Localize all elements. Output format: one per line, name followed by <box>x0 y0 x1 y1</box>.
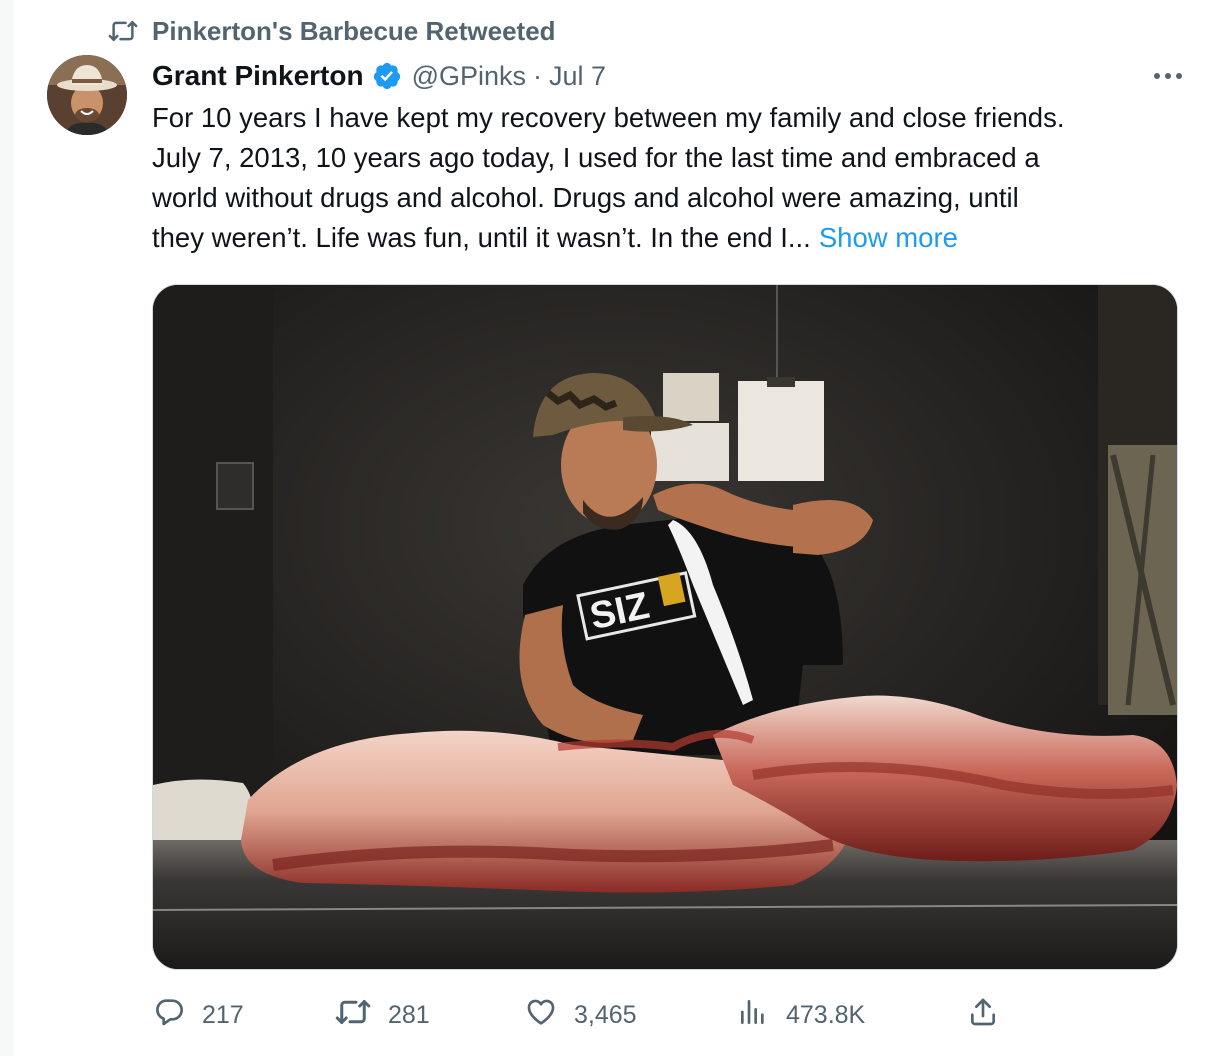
retweet-banner[interactable]: Pinkerton's Barbecue Retweeted <box>106 14 556 48</box>
retweet-banner-text: Pinkerton's Barbecue Retweeted <box>152 15 556 46</box>
show-more-link[interactable]: Show more <box>819 222 958 253</box>
separator-dot: · <box>533 60 543 91</box>
tweet-text-line-3: world without drugs and alcohol. Drugs a… <box>152 182 1019 213</box>
share-button[interactable] <box>966 992 1016 1038</box>
more-options-icon[interactable] <box>1148 58 1188 94</box>
tweet-date[interactable]: Jul 7 <box>549 61 606 92</box>
tweet-actions: 217 281 3,465 473.8K <box>152 992 1182 1038</box>
retweet-icon <box>106 14 140 48</box>
reply-button[interactable]: 217 <box>152 992 244 1038</box>
reply-count: 217 <box>202 1000 244 1029</box>
author-name[interactable]: Grant Pinkerton <box>152 60 364 92</box>
share-icon <box>966 996 1016 1035</box>
tweet-card[interactable]: Pinkerton's Barbecue Retweeted Grant Pin… <box>14 0 1208 1056</box>
analytics-icon <box>736 996 786 1035</box>
tweet-header: Grant Pinkerton @GPinks · Jul 7 <box>152 56 1188 96</box>
verified-badge-icon <box>372 61 402 91</box>
author-handle[interactable]: @GPinks <box>412 61 526 92</box>
heart-icon <box>524 996 574 1035</box>
views-button[interactable]: 473.8K <box>736 992 865 1038</box>
tweet-text-line-4-content: they weren’t. Life was fun, until it was… <box>152 222 811 253</box>
tweet-text-line-4: they weren’t. Life was fun, until it was… <box>152 218 1192 258</box>
tweet-media-image[interactable]: SIZ <box>152 284 1178 970</box>
view-count: 473.8K <box>786 1000 866 1029</box>
like-button[interactable]: 3,465 <box>524 992 637 1038</box>
retweet-button[interactable]: 281 <box>334 992 430 1038</box>
tweet-text-line-1: For 10 years I have kept my recovery bet… <box>152 102 1065 133</box>
tweet-text-line-2: July 7, 2013, 10 years ago today, I used… <box>152 142 1040 173</box>
avatar[interactable] <box>47 55 127 135</box>
retweet-count: 281 <box>388 1000 430 1029</box>
tweet-text: For 10 years I have kept my recovery bet… <box>152 98 1192 258</box>
retweet-icon <box>334 997 388 1034</box>
reply-icon <box>152 996 202 1035</box>
like-count: 3,465 <box>574 1000 637 1029</box>
